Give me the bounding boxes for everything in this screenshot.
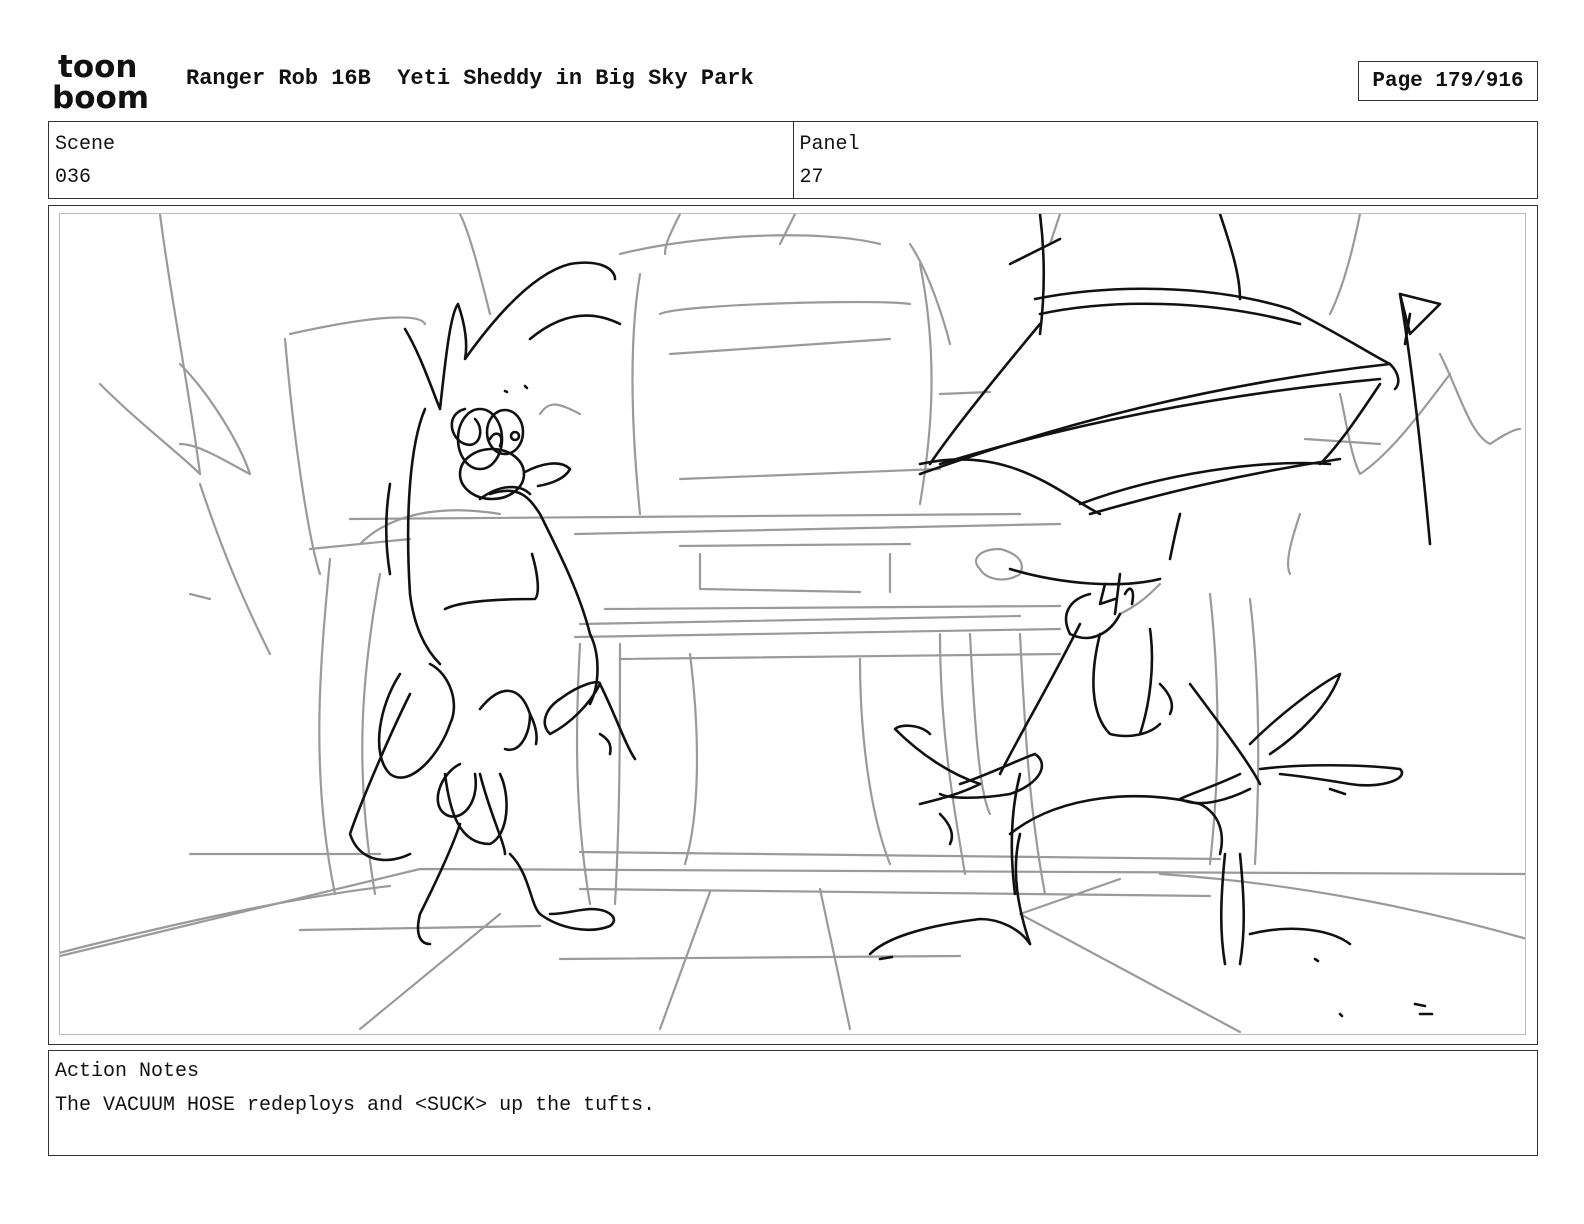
yeti-character <box>348 261 637 946</box>
logo-bottom-text: boom <box>52 80 149 112</box>
toon-boom-logo: toon boom <box>52 50 149 112</box>
storyboard-panel-frame <box>48 205 1538 1045</box>
scene-label: Scene <box>55 133 116 156</box>
storyboard-drawing-area <box>59 213 1526 1035</box>
scene-panel-info: Scene 036 Panel 27 <box>48 121 1538 199</box>
scene-value: 036 <box>55 166 92 189</box>
panel-label: Panel <box>799 133 860 156</box>
panel-cell: Panel 27 <box>792 122 1538 198</box>
storyboard-title: Ranger Rob 16B Yeti Sheddy in Big Sky Pa… <box>186 66 754 91</box>
page-number: Page 179/916 <box>1358 61 1538 101</box>
action-notes-label: Action Notes <box>55 1060 200 1083</box>
panel-value: 27 <box>799 166 824 189</box>
action-notes: Action Notes The VACUUM HOSE redeploys a… <box>48 1050 1538 1156</box>
scene-cell: Scene 036 <box>49 122 793 198</box>
action-notes-text: The VACUUM HOSE redeploys and <SUCK> up … <box>55 1094 656 1117</box>
background-sketch <box>60 214 1525 1034</box>
storyboard-sketch <box>60 214 1525 1034</box>
